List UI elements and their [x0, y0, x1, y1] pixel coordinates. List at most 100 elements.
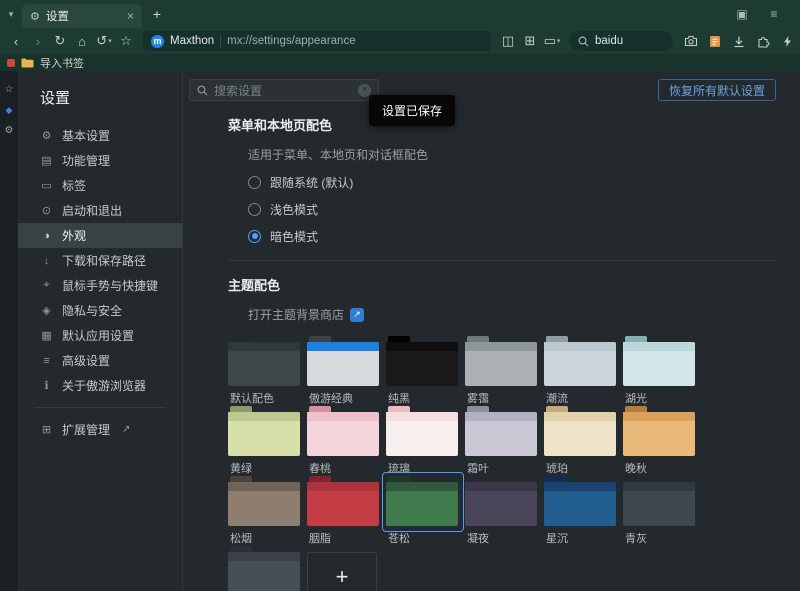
sidebar-item-default-apps[interactable]: ▦ 默认应用设置 [18, 323, 182, 348]
radio-label: 浅色模式 [270, 201, 318, 218]
theme-preview-toolbar [228, 482, 300, 491]
downloads-icon: ↓ [40, 255, 53, 267]
radio-circle-icon[interactable] [248, 203, 261, 216]
theme-option-default[interactable]: 默认配色 [228, 336, 300, 403]
restore-defaults-button[interactable]: 恢复所有默认设置 [658, 79, 776, 101]
theme-option-pine-smoke[interactable]: 松烟 [228, 476, 300, 543]
forward-icon[interactable]: › [27, 30, 49, 52]
settings-sidebar: 设置 ⚙基本设置▤功能管理▭标签⊙启动和退出◑外观↓下载和保存路径⌖鼠标手势与快… [18, 71, 183, 591]
theme-option-amber[interactable]: 琥珀 [544, 406, 616, 473]
main-menu-icon[interactable]: ≡ [758, 0, 790, 28]
sidebar-item-basic[interactable]: ⚙基本设置 [18, 123, 182, 148]
sidebar-item-label: 默认应用设置 [62, 327, 134, 344]
sidebar-item-advanced[interactable]: ≡高级设置 [18, 348, 182, 373]
theme-preview-body [465, 342, 537, 386]
theme-preview-tab [388, 476, 410, 482]
new-tab-button[interactable]: + [144, 6, 170, 22]
theme-option-frost-leaf[interactable]: 霜叶 [465, 406, 537, 473]
theme-option-pure-black[interactable]: 纯黑 [386, 336, 458, 403]
theme-option-blue-gray[interactable]: 青灰 [623, 476, 695, 543]
theme-option-classic[interactable]: 傲游经典 [307, 336, 379, 403]
theme-option-liuli[interactable]: 琉璃 [386, 406, 458, 473]
sidebar-item-label: 关于傲游浏览器 [62, 377, 146, 394]
sidebar-item-about[interactable]: ℹ关于傲游浏览器 [18, 373, 182, 398]
theme-option-rouge[interactable]: 胭脂 [307, 476, 379, 543]
theme-preview-toolbar [307, 412, 379, 421]
sidebar-item-gestures[interactable]: ⌖鼠标手势与快捷键 [18, 273, 182, 298]
theme-label: 湖光 [625, 390, 695, 403]
radio-option-system[interactable]: 跟随系统 (默认) [248, 174, 776, 190]
home-icon[interactable]: ⌂ [71, 30, 93, 52]
radio-option-dark[interactable]: 暗色模式 [248, 228, 776, 244]
theme-preview-body [465, 412, 537, 456]
reload-icon[interactable]: ↻ [49, 30, 71, 52]
default-apps-icon: ▦ [40, 329, 53, 342]
maxnote-icon[interactable] [703, 30, 727, 52]
rail-star-icon[interactable]: ☆ [5, 85, 14, 95]
favorite-star-icon[interactable]: ☆ [115, 30, 137, 52]
theme-preview-body [544, 342, 616, 386]
theme-option-spring-peach[interactable]: 春桃 [307, 406, 379, 473]
sidebar-item-tabs[interactable]: ▭标签 [18, 173, 182, 198]
sidebar-item-extensions[interactable]: ⊞ 扩展管理 ↗ [18, 417, 182, 442]
lightning-icon[interactable] [775, 30, 799, 52]
downloads-icon[interactable] [727, 30, 751, 52]
features-icon: ▤ [40, 154, 53, 167]
theme-option-yellow-green[interactable]: 黄绿 [228, 406, 300, 473]
sidebar-item-appearance[interactable]: ◑外观 [18, 223, 182, 248]
theme-preview-toolbar [386, 342, 458, 351]
folder-icon [21, 58, 34, 68]
reader-mode-icon[interactable]: ◫ [497, 30, 519, 52]
theme-preview-body [228, 342, 300, 386]
theme-option-pine[interactable]: 苍松 [386, 476, 458, 543]
theme-option-star-sink[interactable]: 星沉 [544, 476, 616, 543]
appearance-icon: ◑ [40, 230, 53, 242]
theme-preview-body [228, 482, 300, 526]
radio-option-light[interactable]: 浅色模式 [248, 201, 776, 217]
sidebar-item-downloads[interactable]: ↓下载和保存路径 [18, 248, 182, 273]
settings-search-input[interactable]: 搜索设置 × [189, 79, 379, 101]
rail-app-icon[interactable]: ◆ [6, 106, 13, 115]
store-icon[interactable]: ↗ [350, 308, 364, 322]
theme-store-link[interactable]: 打开主题背景商店 ↗ [248, 306, 776, 323]
tab-list-dropdown-icon[interactable]: ▾ [0, 0, 22, 28]
tab-close-icon[interactable]: × [127, 9, 134, 23]
radio-circle-icon[interactable] [248, 230, 261, 243]
extensions-puzzle-icon[interactable] [751, 30, 775, 52]
bookmark-red-icon[interactable] [7, 59, 15, 67]
undo-closed-tab-icon[interactable]: ↺▾ [93, 30, 115, 52]
theme-option-lake[interactable]: 湖光 [623, 336, 695, 403]
sidebar-item-privacy[interactable]: ◈隐私与安全 [18, 298, 182, 323]
sidebar-item-features[interactable]: ▤功能管理 [18, 148, 182, 173]
brand-name: Maxthon [170, 35, 214, 47]
screenshot-camera-icon[interactable] [679, 30, 703, 52]
basic-icon: ⚙ [40, 129, 53, 142]
quick-search-bar[interactable]: baidu [569, 31, 673, 51]
radio-circle-icon[interactable] [248, 176, 261, 189]
back-icon[interactable]: ‹ [5, 30, 27, 52]
settings-favicon-gear-icon: ⚙ [30, 10, 40, 23]
rail-gear-icon[interactable]: ⚙ [5, 126, 14, 136]
theme-label: 胭脂 [309, 530, 379, 543]
theme-grid: 默认配色傲游经典纯黑雾霭潮流湖光黄绿春桃琉璃霜叶琥珀晚秋松烟胭脂苍松凝夜星沉青灰… [228, 336, 710, 591]
theme-preview-body [544, 412, 616, 456]
sidebar-item-startup[interactable]: ⊙启动和退出 [18, 198, 182, 223]
clear-search-icon[interactable]: × [358, 84, 371, 97]
boss-panel-icon[interactable]: ▣ [726, 0, 758, 28]
page-title: 设置 [18, 83, 182, 123]
radio-label: 暗色模式 [270, 228, 318, 245]
theme-option-dark-night[interactable]: 暗夜 [228, 546, 300, 591]
address-bar[interactable]: m Maxthon mx://settings/appearance [143, 31, 491, 51]
privacy-icon: ◈ [40, 304, 53, 317]
search-icon [197, 85, 208, 96]
browser-tab-settings[interactable]: ⚙ 设置 × [22, 4, 142, 28]
split-screen-icon[interactable]: ⊞ [519, 30, 541, 52]
theme-option-late-autumn[interactable]: 晚秋 [623, 406, 695, 473]
import-bookmarks-button[interactable]: 导入书签 [40, 55, 84, 71]
add-theme-button[interactable]: + [307, 546, 379, 591]
add-theme-card[interactable]: + [307, 552, 377, 591]
device-sync-icon[interactable]: ▭▾ [541, 30, 563, 52]
theme-option-mist[interactable]: 雾霭 [465, 336, 537, 403]
theme-option-tide[interactable]: 潮流 [544, 336, 616, 403]
theme-option-night[interactable]: 凝夜 [465, 476, 537, 543]
